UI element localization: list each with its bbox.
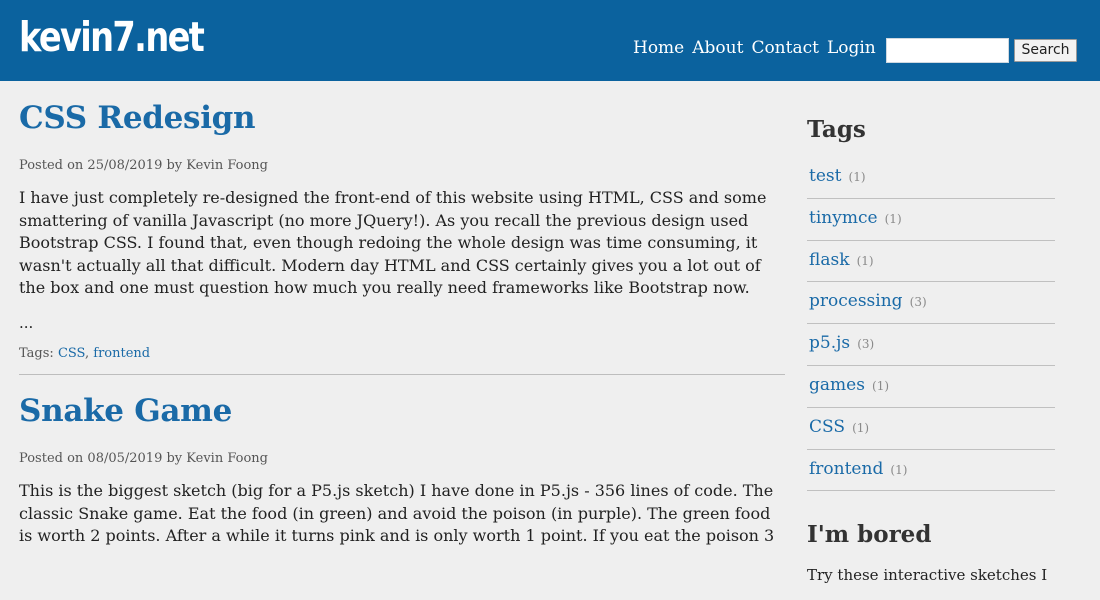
read-more-ellipsis: ... — [19, 313, 34, 332]
post-tags-label: Tags: — [19, 345, 54, 361]
tag-item: flask (1) — [807, 241, 1055, 283]
tag-count: (3) — [909, 295, 927, 310]
tag-link[interactable]: CSS — [809, 417, 845, 437]
post-tag-link[interactable]: CSS — [58, 346, 85, 361]
post-excerpt: This is the biggest sketch (big for a P5… — [19, 480, 775, 546]
tag-item: processing (3) — [807, 282, 1055, 325]
search-button[interactable]: Search — [1014, 39, 1077, 62]
tag-count: (1) — [890, 462, 908, 477]
tag-count: (1) — [852, 420, 870, 435]
tag-count: (1) — [856, 253, 874, 268]
post-list: CSS Redesign Posted on 25/08/2019 by Kev… — [19, 100, 785, 548]
tag-count: (1) — [872, 378, 890, 393]
post: Snake Game Posted on 08/05/2019 by Kevin… — [19, 393, 785, 548]
sidebar: Tags test (1) tinymce (1) flask (1) proc… — [807, 116, 1055, 584]
post-title-link[interactable]: Snake Game — [19, 393, 785, 429]
tag-item: p5.js (3) — [807, 324, 1055, 366]
tag-count: (3) — [857, 337, 875, 352]
tag-list: test (1) tinymce (1) flask (1) processin… — [807, 157, 1055, 492]
tag-item: tinymce (1) — [807, 199, 1055, 241]
tag-link[interactable]: games — [809, 375, 865, 395]
post-divider — [19, 373, 785, 375]
tag-count: (1) — [848, 170, 866, 184]
tag-link[interactable]: tinymce — [809, 208, 878, 228]
nav-login-link[interactable]: Login — [827, 38, 876, 58]
tag-link[interactable]: p5.js — [809, 333, 850, 353]
tag-item: games (1) — [807, 366, 1055, 408]
tag-link[interactable]: flask — [809, 250, 850, 270]
search-input[interactable] — [886, 38, 1009, 63]
site-header: kevin7.net Home About Contact Login Sear… — [0, 0, 1100, 81]
site-logo[interactable]: kevin7.net — [19, 13, 205, 61]
tag-link[interactable]: test — [809, 166, 841, 186]
post-excerpt: I have just completely re-designed the f… — [19, 188, 767, 298]
bored-text: Try these interactive sketches I — [807, 566, 1048, 585]
main-nav: Home About Contact Login — [633, 38, 876, 58]
bored-heading: I'm bored — [807, 521, 932, 549]
tags-heading: Tags — [807, 116, 866, 143]
tag-item: test (1) — [807, 157, 1055, 199]
nav-contact-link[interactable]: Contact — [751, 38, 819, 58]
post-meta: Posted on 08/05/2019 by Kevin Foong — [19, 450, 268, 466]
post-tag-link[interactable]: frontend — [93, 346, 150, 361]
post-title-link[interactable]: CSS Redesign — [19, 100, 785, 136]
tag-item: frontend (1) — [807, 450, 1055, 492]
post-meta: Posted on 25/08/2019 by Kevin Foong — [19, 158, 268, 173]
post: CSS Redesign Posted on 25/08/2019 by Kev… — [19, 100, 785, 361]
tag-link[interactable]: frontend — [809, 459, 883, 479]
tag-count: (1) — [884, 211, 902, 226]
tag-item: CSS (1) — [807, 408, 1055, 450]
tag-link[interactable]: processing — [809, 291, 903, 311]
post-tags: Tags: CSS, frontend — [19, 346, 785, 361]
nav-about-link[interactable]: About — [692, 38, 743, 58]
nav-home-link[interactable]: Home — [633, 38, 684, 58]
